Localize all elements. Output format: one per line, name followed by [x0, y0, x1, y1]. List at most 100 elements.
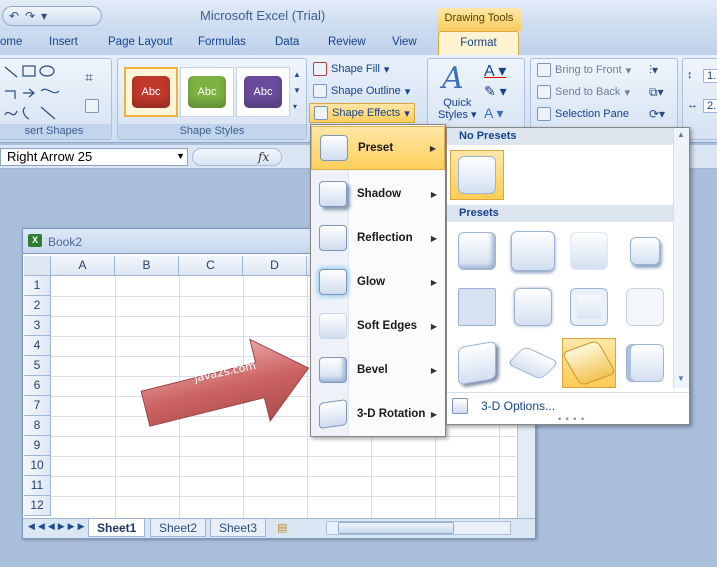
preset-tile[interactable]: [450, 226, 504, 276]
tab-page-layout[interactable]: Page Layout: [108, 36, 173, 48]
bring-to-front-button[interactable]: Bring to Front ▾: [537, 63, 631, 77]
wordart-a-icon[interactable]: A: [442, 61, 464, 96]
row-header[interactable]: 11: [24, 476, 51, 496]
3d-options-link[interactable]: 3-D Options...: [481, 399, 555, 413]
tab-insert[interactable]: Insert: [49, 36, 78, 48]
preset-tile[interactable]: [506, 282, 560, 332]
preset-tile-preview: [630, 237, 660, 265]
preset-tile[interactable]: [562, 282, 616, 332]
column-header-d[interactable]: D: [243, 256, 307, 276]
tab-formulas[interactable]: Formulas: [198, 36, 246, 48]
edit-shape-icon[interactable]: ⌗: [85, 69, 93, 86]
scroll-up-icon[interactable]: ▲: [677, 130, 685, 139]
text-box-icon[interactable]: [85, 99, 99, 113]
shape-style-purple[interactable]: Abc: [236, 67, 290, 117]
shape-fill-button[interactable]: Shape Fill ▾: [313, 62, 389, 76]
sheet-tab-sheet3[interactable]: Sheet3: [210, 519, 267, 537]
preset-tile[interactable]: [618, 282, 672, 332]
3d-rotation-icon: [319, 399, 347, 429]
preset-tile[interactable]: [506, 226, 560, 276]
row-header[interactable]: 8: [24, 416, 51, 436]
insert-function-icon[interactable]: fx: [258, 150, 269, 164]
tab-review[interactable]: Review: [328, 36, 366, 48]
name-box-dropdown-icon[interactable]: ▼: [176, 151, 185, 161]
column-header-b[interactable]: B: [115, 256, 179, 276]
preset-tile-preview: [570, 232, 608, 270]
submenu-arrow-icon: ▶: [430, 189, 437, 199]
shape-style-red[interactable]: Abc: [124, 67, 178, 117]
preset-tile[interactable]: [506, 338, 560, 388]
row-header[interactable]: 10: [24, 456, 51, 476]
menu-item-shadow[interactable]: Shadow ▶: [311, 172, 445, 216]
preset-tile[interactable]: [562, 226, 616, 276]
shapes-gallery-icon[interactable]: [3, 63, 83, 123]
preset-tile[interactable]: [450, 282, 504, 332]
gallery-scroll-icons[interactable]: ▲ ▼ ▾: [293, 67, 301, 115]
preset-none-tile[interactable]: [450, 150, 504, 200]
bevel-icon: [319, 357, 347, 383]
sheet-tab-sheet2[interactable]: Sheet2: [150, 519, 207, 537]
width-field[interactable]: 2.: [703, 99, 717, 113]
select-all-corner[interactable]: [24, 256, 51, 276]
rotate-icon[interactable]: ⟳▾: [649, 107, 665, 121]
right-arrow-shape[interactable]: [120, 320, 320, 450]
customize-qat-icon[interactable]: ▾: [41, 9, 47, 23]
menu-item-reflection[interactable]: Reflection ▶: [311, 216, 445, 260]
sheet-tab-sheet1[interactable]: Sheet1: [88, 519, 146, 537]
excel-icon: X: [28, 234, 42, 247]
resize-grip-icon[interactable]: • • • •: [558, 414, 585, 424]
align-icon[interactable]: ⫶▾: [649, 63, 658, 78]
row-header[interactable]: 1: [24, 276, 51, 296]
shape-style-green[interactable]: Abc: [180, 67, 234, 117]
submenu-arrow-icon: ▶: [429, 143, 436, 153]
window-title: Microsoft Excel (Trial): [200, 8, 326, 23]
group-icon[interactable]: ⧉▾: [649, 85, 664, 100]
row-header[interactable]: 12: [24, 496, 51, 516]
tab-format[interactable]: Format: [438, 31, 519, 56]
soft-edges-icon: [319, 313, 347, 339]
preset-tile[interactable]: [450, 338, 504, 388]
row-header[interactable]: 6: [24, 376, 51, 396]
tab-home[interactable]: ome: [0, 36, 22, 48]
sheet-nav-icons[interactable]: ◀◀◀▶▶▶: [28, 521, 88, 532]
height-field[interactable]: 1.: [703, 69, 717, 83]
menu-item-glow[interactable]: Glow ▶: [311, 260, 445, 304]
row-header[interactable]: 5: [24, 356, 51, 376]
column-header-c[interactable]: C: [179, 256, 243, 276]
preset-tile-preview: [458, 288, 496, 326]
shape-outline-button[interactable]: Shape Outline ▾: [313, 84, 410, 98]
menu-item-preset[interactable]: Preset ▶: [311, 126, 445, 170]
horizontal-scroll-thumb[interactable]: [338, 522, 454, 534]
scroll-down-icon[interactable]: ▼: [677, 374, 685, 383]
row-header[interactable]: 7: [24, 396, 51, 416]
send-to-back-button[interactable]: Send to Back ▾: [537, 85, 630, 99]
name-box[interactable]: Right Arrow 25: [0, 148, 188, 166]
selection-pane-button[interactable]: Selection Pane: [537, 107, 629, 121]
quick-styles-button[interactable]: Quick Styles ▾: [438, 97, 477, 121]
grid-line: [115, 276, 116, 518]
preset-tile[interactable]: [618, 226, 672, 276]
text-effects-icon[interactable]: A ▾: [484, 105, 503, 122]
preset-tile[interactable]: [618, 338, 672, 388]
style-chip: Abc: [132, 76, 170, 108]
row-header[interactable]: 4: [24, 336, 51, 356]
text-outline-icon[interactable]: ✎ ▾: [484, 83, 507, 100]
preset-tile-selected[interactable]: [561, 338, 617, 388]
row-header[interactable]: 2: [24, 296, 51, 316]
menu-item-bevel[interactable]: Bevel ▶: [311, 348, 445, 392]
column-header-a[interactable]: A: [51, 256, 115, 276]
redo-icon[interactable]: ↷: [25, 9, 35, 23]
gallery-scrollbar[interactable]: ▲ ▼: [673, 128, 689, 388]
workbook-name: Book2: [48, 235, 83, 249]
undo-icon[interactable]: ↶: [9, 9, 19, 23]
insert-sheet-icon[interactable]: ▤: [277, 521, 287, 534]
menu-item-3d-rotation[interactable]: 3-D Rotation ▶: [311, 392, 445, 436]
tab-view[interactable]: View: [392, 36, 417, 48]
shape-effects-icon: [314, 106, 328, 120]
row-header[interactable]: 9: [24, 436, 51, 456]
tab-data[interactable]: Data: [275, 36, 299, 48]
text-fill-icon[interactable]: A ▾: [484, 61, 506, 81]
row-header[interactable]: 3: [24, 316, 51, 336]
shape-effects-button[interactable]: Shape Effects ▾: [309, 103, 415, 123]
menu-item-soft-edges[interactable]: Soft Edges ▶: [311, 304, 445, 348]
